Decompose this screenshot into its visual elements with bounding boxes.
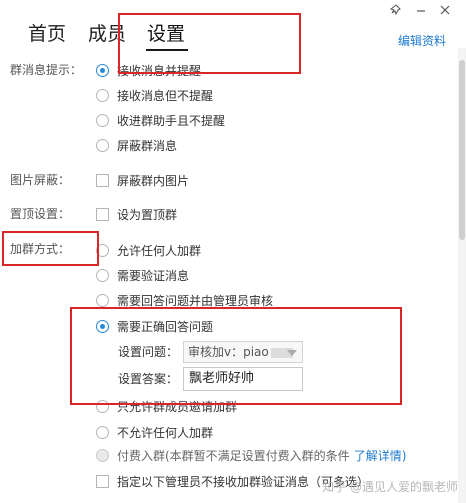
image-block-label: 图片屏蔽： xyxy=(10,173,71,187)
edit-profile-link[interactable]: 编辑资料 xyxy=(398,32,446,49)
radio[interactable] xyxy=(96,293,109,307)
watermark: 知乎 @遇见人爱的飘老师 xyxy=(322,480,458,494)
radio[interactable] xyxy=(96,425,109,439)
message-prompt-label: 群消息提示： xyxy=(10,63,83,77)
join-option-anyone[interactable]: 允许任何人加群 xyxy=(96,241,201,259)
radio[interactable] xyxy=(96,268,109,282)
radio[interactable] xyxy=(96,88,109,102)
radio-disabled xyxy=(96,448,109,462)
tab-home[interactable]: 首页 xyxy=(28,22,66,46)
pin-setting-label: 置顶设置： xyxy=(10,207,71,221)
minimize-icon[interactable] xyxy=(412,2,430,18)
scrollbar-thumb[interactable] xyxy=(459,60,465,240)
join-option-paid[interactable]: 付费入群(本群暂不满足设置付费入群的条件 了解详情) xyxy=(96,446,406,464)
radio[interactable] xyxy=(96,138,109,152)
radio[interactable] xyxy=(96,113,109,127)
block-images-option[interactable]: 屏蔽群内图片 xyxy=(96,171,189,189)
msg-option-assistant[interactable]: 收进群助手且不提醒 xyxy=(96,111,225,129)
highlight-box-settings-tab xyxy=(118,13,301,74)
msg-option-block[interactable]: 屏蔽群消息 xyxy=(96,136,177,154)
join-option-verify[interactable]: 需要验证消息 xyxy=(96,266,189,284)
highlight-box-join-method xyxy=(2,231,99,266)
checkbox[interactable] xyxy=(96,207,109,221)
close-icon[interactable] xyxy=(436,2,454,18)
highlight-box-answer-settings xyxy=(70,307,402,405)
join-option-nobody[interactable]: 不允许任何人加群 xyxy=(96,423,213,441)
checkbox[interactable] xyxy=(96,474,109,488)
pin-group-option[interactable]: 设为置顶群 xyxy=(96,205,177,223)
pin-icon[interactable] xyxy=(387,2,405,18)
msg-option-receive-no-remind[interactable]: 接收消息但不提醒 xyxy=(96,86,213,104)
radio-selected[interactable] xyxy=(96,63,109,77)
learn-more-link[interactable]: 了解详情) xyxy=(354,447,407,464)
checkbox[interactable] xyxy=(96,173,109,187)
